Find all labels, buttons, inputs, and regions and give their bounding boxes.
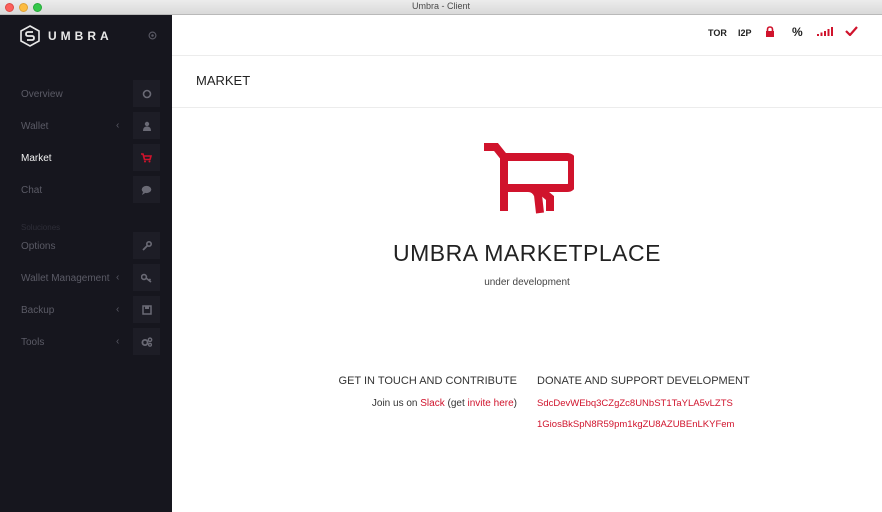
donation-address[interactable]: 1GiosBkSpN8R59pm1kgZU8AZUBEnLKYFem: [537, 419, 734, 430]
sidebar-item-label: Options: [21, 241, 56, 252]
staking-percent-icon[interactable]: %: [792, 25, 803, 39]
cart-icon: [133, 144, 160, 171]
user-icon: [133, 112, 160, 139]
sidebar-item-wallet-management[interactable]: Wallet Management ‹: [0, 264, 172, 296]
chevron-left-icon: ‹: [116, 304, 120, 315]
save-icon: [133, 296, 160, 323]
sidebar-item-label: Chat: [21, 185, 43, 196]
sidebar-item-backup[interactable]: Backup ‹: [0, 296, 172, 328]
chevron-left-icon: ‹: [116, 272, 120, 283]
sidebar-item-overview[interactable]: Overview: [0, 80, 172, 112]
sidebar-item-label: Overview: [21, 89, 63, 100]
chat-icon: [133, 176, 160, 203]
sidebar-item-wallet[interactable]: Wallet ‹: [0, 112, 172, 144]
window-title: Umbra - Client: [411, 1, 470, 11]
sidebar-section-label: Soluciones: [21, 223, 61, 232]
synced-check-icon[interactable]: [845, 26, 858, 38]
sidebar-item-market[interactable]: Market: [0, 144, 172, 176]
signal-icon[interactable]: [817, 26, 834, 38]
sidebar-item-chat[interactable]: Chat: [0, 176, 172, 208]
sidebar-item-options[interactable]: Options: [0, 232, 172, 264]
chevron-left-icon: ‹: [116, 336, 120, 347]
wrench-icon: [133, 232, 160, 259]
logo-text: UMBRA: [48, 29, 113, 43]
sidebar-item-label: Market: [21, 153, 52, 164]
app-logo[interactable]: UMBRA: [20, 25, 113, 47]
donation-address[interactable]: SdcDevWEbq3CZgZc8UNbST1TaYLA5vLZTS: [537, 398, 733, 409]
umbra-logo-icon: [20, 25, 40, 47]
sidebar: UMBRA Overview Wallet ‹ Market Chat Solu…: [0, 15, 172, 512]
key-icon: [133, 264, 160, 291]
circle-icon: [133, 80, 160, 107]
cogs-icon: [133, 328, 160, 355]
sidebar-collapse-icon[interactable]: [148, 31, 157, 40]
contact-mid: (get: [444, 398, 468, 409]
contact-prefix: Join us on: [371, 398, 421, 409]
lock-icon[interactable]: [765, 26, 775, 40]
sidebar-item-label: Tools: [21, 337, 45, 348]
contact-heading: GET IN TOUCH AND CONTRIBUTE: [338, 375, 517, 387]
sidebar-item-label: Wallet: [21, 121, 49, 132]
contact-suffix: ): [513, 398, 517, 409]
contact-line: Join us on Slack (get invite here): [372, 398, 517, 409]
marketplace-cart-icon: [484, 143, 574, 214]
page-header: MARKET: [172, 56, 882, 108]
marketplace-title: UMBRA MARKETPLACE: [393, 240, 661, 266]
invite-link[interactable]: invite here: [468, 398, 514, 409]
sidebar-item-label: Wallet Management: [21, 273, 110, 284]
sidebar-item-tools[interactable]: Tools ‹: [0, 328, 172, 360]
chevron-left-icon: ‹: [116, 120, 120, 131]
marketplace-subtitle: under development: [484, 277, 570, 288]
sidebar-item-label: Backup: [21, 305, 55, 316]
page-title: MARKET: [196, 73, 251, 88]
slack-link[interactable]: Slack: [420, 398, 444, 409]
i2p-status[interactable]: I2P: [738, 28, 752, 38]
donate-heading: DONATE AND SUPPORT DEVELOPMENT: [537, 375, 750, 387]
status-bar: TOR I2P %: [172, 15, 882, 56]
tor-status[interactable]: TOR: [708, 28, 727, 38]
window-titlebar: Umbra - Client: [0, 0, 882, 15]
